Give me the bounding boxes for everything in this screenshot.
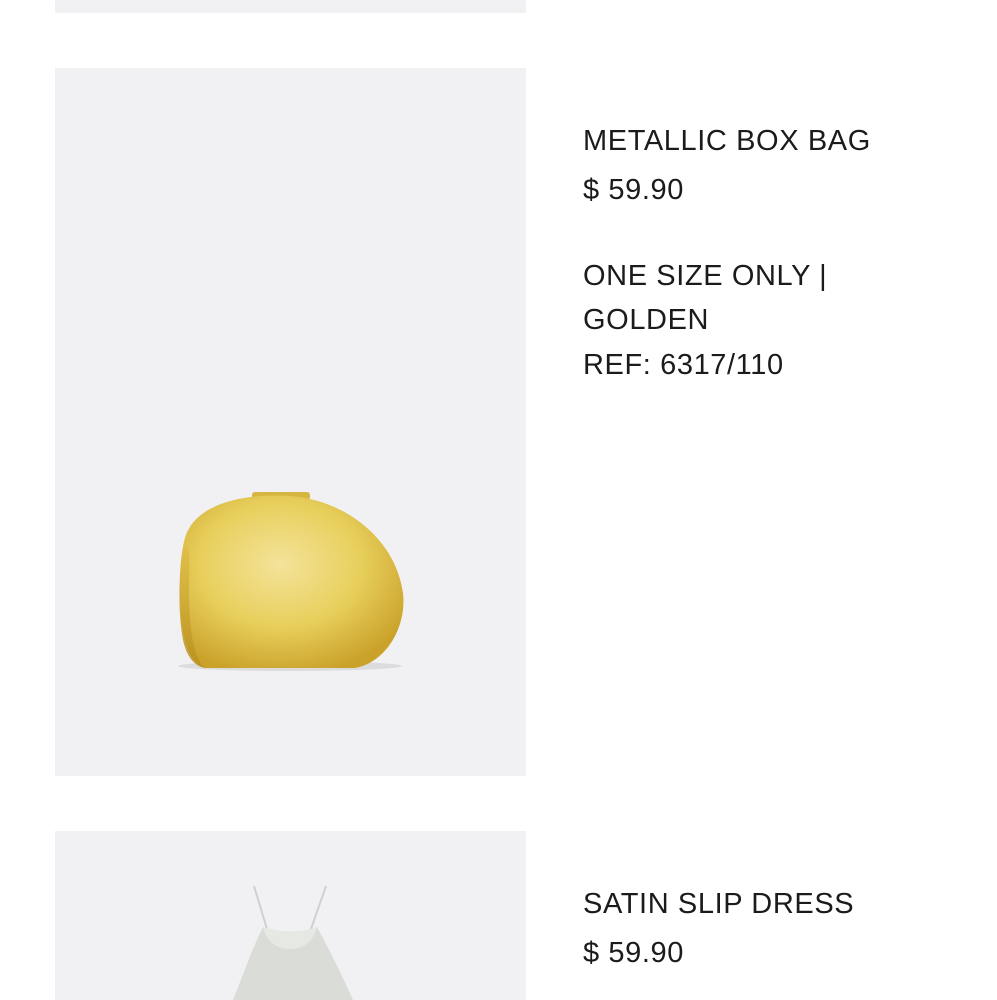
previous-product-image[interactable]	[55, 0, 526, 13]
product-card-satin-slip-dress[interactable]: SATIN SLIP DRESS $ 59.90	[55, 831, 997, 1000]
product-size-color: ONE SIZE ONLY | GOLDEN	[583, 260, 828, 336]
product-image[interactable]	[55, 68, 526, 776]
satin-slip-dress-image	[233, 885, 353, 1000]
product-price: $ 59.90	[583, 174, 684, 206]
golden-box-bag-image	[178, 492, 404, 671]
product-image[interactable]	[55, 831, 526, 1000]
product-price: $ 59.90	[583, 937, 684, 969]
product-card-metallic-box-bag[interactable]: METALLIC BOX BAG $ 59.90 ONE SIZE ONLY |…	[55, 68, 997, 776]
product-reference: REF: 6317/110	[583, 349, 784, 381]
product-name[interactable]: SATIN SLIP DRESS	[583, 887, 854, 922]
product-name[interactable]: METALLIC BOX BAG	[583, 124, 871, 159]
